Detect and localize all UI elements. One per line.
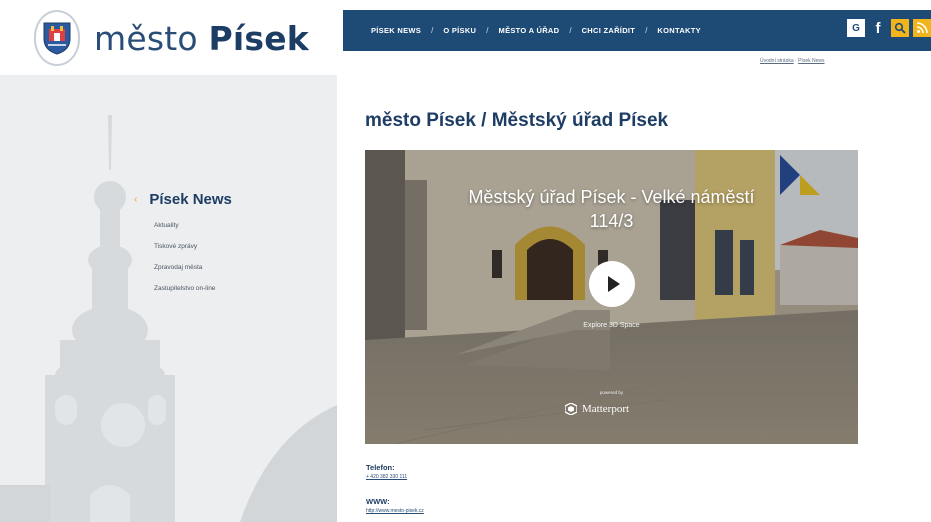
tour-title-line2: 114/3	[589, 211, 634, 231]
matterport-label: Matterport	[582, 403, 630, 415]
social-links: G f	[847, 19, 931, 37]
matterport-logo-icon	[565, 403, 577, 415]
web-link[interactable]: http://www.mesto-pisek.cz	[366, 508, 424, 514]
sidebar-panel: ‹ Písek News Aktuality Tiskové zprávy Zp…	[0, 75, 337, 522]
phone-block: Telefon: + 420 382 330 111	[366, 463, 407, 480]
top-navigation: PÍSEK NEWS / O PÍSKU / MĚSTO A ÚŘAD / CH…	[343, 10, 931, 51]
page-title: město Písek / Městský úřad Písek	[365, 110, 669, 131]
logo-text: město Písek	[94, 19, 309, 58]
tour-title: Městský úřad Písek - Velké náměstí 114/3	[365, 185, 858, 233]
nav-item-mesto-a-urad[interactable]: MĚSTO A ÚŘAD	[499, 26, 560, 35]
sidebar-list: Aktuality Tiskové zprávy Zpravodaj města…	[154, 222, 232, 292]
google-icon[interactable]: G	[847, 19, 865, 37]
logo-text-bold: Písek	[208, 18, 309, 58]
nav-item-chci-zaridit[interactable]: CHCI ZAŘÍDIT	[582, 26, 636, 35]
matterport-brand[interactable]: Matterport	[565, 403, 629, 415]
nav-item-pisek-news[interactable]: PÍSEK NEWS	[371, 26, 421, 35]
web-block: WWW: http://www.mesto-pisek.cz	[366, 497, 424, 514]
nav-separator: /	[569, 26, 572, 35]
sidebar-item-tiskove-zpravy[interactable]: Tiskové zprávy	[154, 243, 232, 250]
explore-label: Explore 3D Space	[583, 322, 640, 329]
logo-text-light: město	[94, 18, 198, 58]
sidebar-item-zastupitelstvo-online[interactable]: Zastupitelstvo on-line	[154, 285, 232, 292]
phone-link[interactable]: + 420 382 330 111	[366, 474, 407, 480]
nav-item-o-pisku[interactable]: O PÍSKU	[443, 26, 476, 35]
sidebar-marker-icon: ‹	[134, 194, 138, 205]
breadcrumb: Úvodní stránka · Písek News	[760, 58, 825, 64]
site-logo[interactable]: město Písek	[34, 10, 309, 66]
nav-separator: /	[431, 26, 434, 35]
matterport-3d-tour[interactable]: Městský úřad Písek - Velké náměstí 114/3…	[365, 150, 858, 444]
page: město Písek PÍSEK NEWS / O PÍSKU / MĚSTO…	[0, 0, 931, 522]
sidebar-item-aktuality[interactable]: Aktuality	[154, 222, 232, 229]
breadcrumb-current-link[interactable]: Písek News	[798, 58, 824, 64]
powered-by-label: powered by	[599, 390, 624, 395]
search-icon[interactable]	[891, 19, 909, 37]
play-button[interactable]	[589, 261, 635, 307]
breadcrumb-home-link[interactable]: Úvodní stránka	[760, 58, 794, 64]
tour-title-line1: Městský úřad Písek - Velké náměstí	[468, 187, 755, 207]
facebook-icon[interactable]: f	[869, 19, 887, 37]
sidebar-navigation: ‹ Písek News Aktuality Tiskové zprávy Zp…	[134, 191, 232, 306]
nav-item-kontakty[interactable]: KONTAKTY	[657, 26, 701, 35]
phone-label: Telefon:	[366, 463, 395, 472]
web-label: WWW:	[366, 497, 390, 506]
sidebar-item-zpravodaj-mesta[interactable]: Zpravodaj města	[154, 264, 232, 271]
sidebar-title[interactable]: Písek News	[149, 191, 232, 208]
rss-icon[interactable]	[913, 19, 931, 37]
play-icon	[608, 276, 620, 292]
coat-of-arms-icon	[34, 10, 80, 66]
nav-separator: /	[645, 26, 648, 35]
nav-separator: /	[486, 26, 489, 35]
